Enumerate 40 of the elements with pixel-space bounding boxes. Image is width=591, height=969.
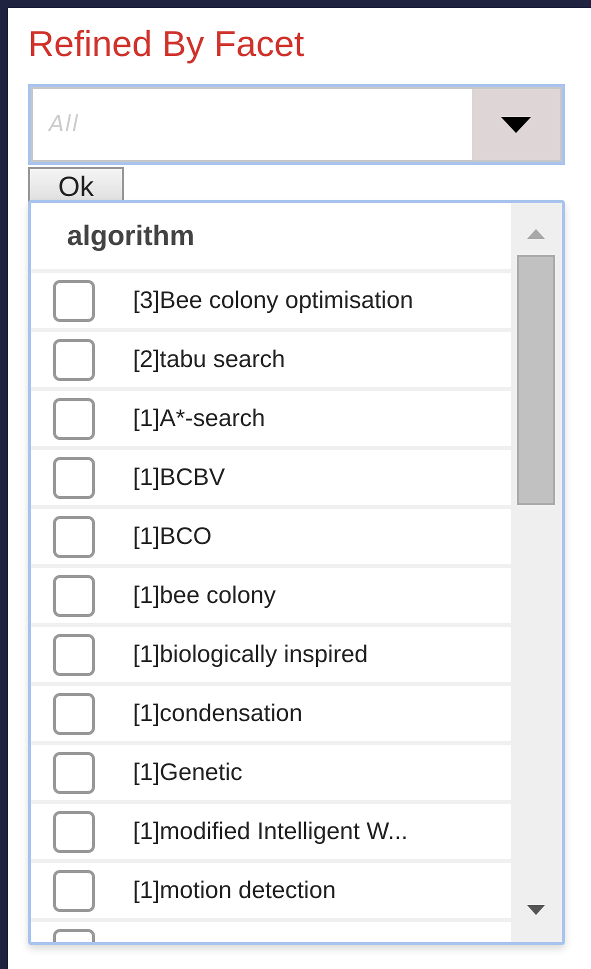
caret-icon [501, 116, 531, 132]
option-label: [1]BCBV [133, 464, 226, 492]
dropdown-button[interactable] [472, 89, 560, 160]
option-row[interactable]: [2]tabu search [31, 332, 511, 391]
checkbox[interactable] [53, 574, 95, 616]
checkbox[interactable] [53, 752, 95, 794]
option-row[interactable]: [1]BCO [31, 509, 511, 568]
checkbox[interactable] [53, 810, 95, 852]
scroll-up-icon[interactable] [527, 229, 545, 239]
option-label: [3]Bee colony optimisation [133, 286, 414, 314]
option-label: [1]modified Intelligent W... [133, 818, 408, 846]
option-label: [1]condensation [133, 700, 302, 728]
option-label: [1]biologically inspired [133, 640, 368, 668]
option-row[interactable]: [1]A*-search [31, 391, 511, 450]
checkbox[interactable] [53, 870, 95, 912]
option-row[interactable]: [1]motion detection [31, 863, 511, 922]
option-row[interactable]: [3]Bee colony optimisation [31, 273, 511, 332]
checkbox[interactable] [53, 398, 95, 440]
option-row[interactable]: [1]bee colony [31, 568, 511, 627]
checkbox[interactable] [53, 456, 95, 498]
scroll-down-icon[interactable] [527, 905, 545, 915]
option-row[interactable]: [1]biologically inspired [31, 627, 511, 686]
checkbox[interactable] [53, 516, 95, 558]
option-label: [1]BCO [133, 522, 212, 550]
option-row[interactable]: [1]BCBV [31, 450, 511, 509]
scrollbar[interactable] [511, 203, 562, 942]
option-row[interactable]: [1]Genetic [31, 745, 511, 804]
option-label: [1]A*-search [133, 404, 266, 432]
option-row[interactable]: [1]condensation [31, 686, 511, 745]
option-label: [2]tabu search [133, 346, 286, 374]
scrollbar-thumb[interactable] [517, 255, 555, 505]
option-label: [1]motion detection [133, 876, 336, 904]
checkbox[interactable] [53, 280, 95, 322]
option-row[interactable]: [1]modified Intelligent W... [31, 804, 511, 863]
checkbox[interactable] [53, 692, 95, 734]
checkbox[interactable] [53, 338, 95, 380]
panel-title: Refined By Facet [28, 22, 306, 66]
option-label: [1]Genetic [133, 758, 242, 786]
option-label: [1]bee colony [133, 582, 276, 610]
checkbox[interactable] [53, 634, 95, 676]
